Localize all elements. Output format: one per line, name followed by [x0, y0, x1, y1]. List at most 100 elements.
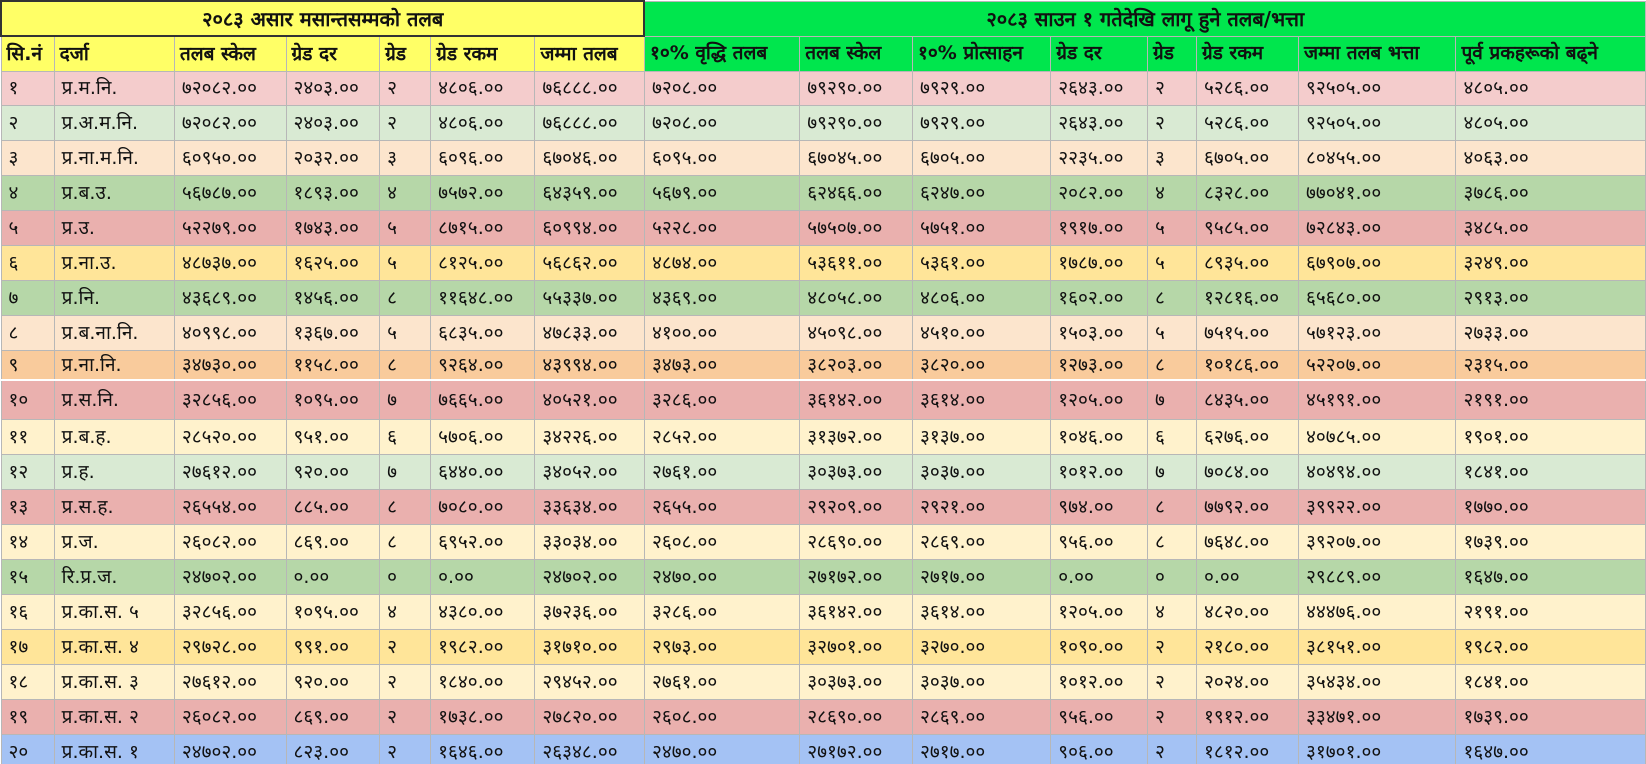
table-cell[interactable]: ८६९.०० — [285, 699, 381, 735]
table-cell[interactable]: ३२८५६.०० — [173, 594, 287, 630]
table-cell[interactable]: ९५८५.०० — [1195, 210, 1300, 246]
table-cell[interactable]: ६ — [379, 419, 432, 455]
table-cell[interactable]: ०.०० — [1050, 559, 1149, 595]
table-cell[interactable]: प्र.का.स. १ — [53, 734, 175, 764]
table-cell[interactable]: २८५२०.०० — [173, 419, 287, 455]
table-cell[interactable]: ३६१४.०० — [911, 379, 1052, 420]
table-cell[interactable]: ७२८४३.०० — [1298, 210, 1457, 246]
table-cell[interactable]: ०.०० — [1195, 559, 1300, 595]
table-cell[interactable]: ९२५०५.०० — [1298, 105, 1457, 141]
table-cell[interactable]: २ — [1147, 105, 1197, 141]
table-cell[interactable]: १७३८.०० — [430, 699, 536, 735]
table-cell[interactable]: प्र.म.नि. — [53, 71, 175, 106]
table-cell[interactable]: २ — [379, 629, 432, 665]
table-cell[interactable]: ६७०५.०० — [911, 140, 1052, 176]
table-cell[interactable]: ३१७१०.०० — [534, 629, 645, 665]
table-cell[interactable]: ४३६८९.०० — [173, 280, 287, 316]
table-cell[interactable]: प्र.ना.नि. — [53, 350, 175, 381]
table-cell[interactable]: ७२०८२.०० — [173, 105, 287, 141]
table-cell[interactable]: ६७०५.०० — [1195, 140, 1300, 176]
table-cell[interactable]: ८ — [1147, 524, 1197, 560]
table-cell[interactable]: २१९१.०० — [1455, 594, 1646, 630]
table-cell[interactable]: २४७०२.०० — [534, 559, 645, 595]
table-cell[interactable]: ६७०४५.०० — [799, 140, 913, 176]
table-cell[interactable]: ३४७३.०० — [643, 350, 801, 381]
table-cell[interactable]: १०९५.०० — [285, 379, 381, 420]
table-cell[interactable]: २७६१.०० — [643, 454, 801, 490]
column-header-13[interactable]: ग्रेड रकम — [1195, 35, 1300, 72]
table-cell[interactable]: ४५०९८.०० — [799, 315, 913, 351]
table-cell[interactable]: ४८२०.०० — [1195, 594, 1300, 630]
table-cell[interactable]: ९२०.०० — [285, 454, 381, 490]
table-cell[interactable]: ३०३७३.०० — [799, 454, 913, 490]
table-cell[interactable]: प्र.ब.ना.नि. — [53, 315, 175, 351]
table-cell[interactable]: १०१२.०० — [1050, 454, 1149, 490]
table-cell[interactable]: २ — [379, 699, 432, 735]
table-cell[interactable]: प्र.स.नि. — [53, 379, 175, 420]
table-cell[interactable]: २३१५.०० — [1455, 350, 1646, 381]
table-cell[interactable]: २९१३.०० — [1455, 280, 1646, 316]
table-cell[interactable]: ८ — [1147, 280, 1197, 316]
table-cell[interactable]: २६४३.०० — [1050, 71, 1149, 106]
table-cell[interactable]: ७५१५.०० — [1195, 315, 1300, 351]
table-cell[interactable]: ६२४६६.०० — [799, 175, 913, 211]
table-cell[interactable]: २७६१.०० — [643, 664, 801, 700]
table-cell[interactable]: १२०५.०० — [1050, 594, 1149, 630]
table-cell[interactable]: १८४१.०० — [1455, 664, 1646, 700]
table-cell[interactable]: १८१२.०० — [1195, 734, 1300, 764]
table-cell[interactable]: ४८०५.०० — [1455, 105, 1646, 141]
table-cell[interactable]: ११६४८.०० — [430, 280, 536, 316]
table-cell[interactable]: ११५८.०० — [285, 350, 381, 381]
table-cell[interactable]: २८५२.०० — [643, 419, 801, 455]
table-cell[interactable]: १६४७.०० — [1455, 734, 1646, 764]
table-cell[interactable]: ६०९५.०० — [643, 140, 801, 176]
table-cell[interactable]: ९५१.०० — [285, 419, 381, 455]
table-cell[interactable]: ४८०६.०० — [430, 105, 536, 141]
table-cell[interactable]: १०४६.०० — [1050, 419, 1149, 455]
table-cell[interactable]: २९२१.०० — [911, 489, 1052, 525]
table-cell[interactable]: ३९९२२.०० — [1298, 489, 1457, 525]
table-cell[interactable]: १७३९.०० — [1455, 699, 1646, 735]
table-cell[interactable]: ६४३५९.०० — [534, 175, 645, 211]
table-cell[interactable]: ८ — [0, 315, 55, 351]
table-cell[interactable]: प्र.उ. — [53, 210, 175, 246]
table-cell[interactable]: २६५५.०० — [643, 489, 801, 525]
table-cell[interactable]: १७ — [0, 629, 55, 665]
table-cell[interactable]: ६७०४६.०० — [534, 140, 645, 176]
table-cell[interactable]: १२०५.०० — [1050, 379, 1149, 420]
table-cell[interactable]: ८८५.०० — [285, 489, 381, 525]
table-cell[interactable]: ०.०० — [285, 559, 381, 595]
table-cell[interactable]: ६ — [0, 245, 55, 281]
table-cell[interactable]: १२७३.०० — [1050, 350, 1149, 381]
table-cell[interactable]: ३१३७.०० — [911, 419, 1052, 455]
table-cell[interactable]: प्र.ज. — [53, 524, 175, 560]
table-cell[interactable]: ८०४५५.०० — [1298, 140, 1457, 176]
table-cell[interactable]: २२३५.०० — [1050, 140, 1149, 176]
table-cell[interactable]: ३८२०३.०० — [799, 350, 913, 381]
column-header-2[interactable]: दर्जा — [53, 35, 175, 72]
table-cell[interactable]: ५ — [379, 210, 432, 246]
table-cell[interactable]: १०९५.०० — [285, 594, 381, 630]
table-cell[interactable]: ३२७०१.०० — [799, 629, 913, 665]
table-cell[interactable]: ७६४८.०० — [1195, 524, 1300, 560]
table-cell[interactable]: ८२३.०० — [285, 734, 381, 764]
table-cell[interactable]: प्र.का.स. २ — [53, 699, 175, 735]
table-cell[interactable]: १७८७.०० — [1050, 245, 1149, 281]
table-cell[interactable]: ७२०८.०० — [643, 71, 801, 106]
table-cell[interactable]: ८ — [379, 280, 432, 316]
table-cell[interactable]: ५६८६२.०० — [534, 245, 645, 281]
table-cell[interactable]: ५ — [379, 245, 432, 281]
table-cell[interactable]: ३६१४.०० — [911, 594, 1052, 630]
column-header-9[interactable]: तलब स्केल — [799, 35, 913, 72]
table-cell[interactable]: ६८३५.०० — [430, 315, 536, 351]
table-cell[interactable]: २४७०.०० — [643, 734, 801, 764]
table-cell[interactable]: ९९१.०० — [285, 629, 381, 665]
table-cell[interactable]: २ — [1147, 629, 1197, 665]
table-cell[interactable]: २४७०२.०० — [173, 734, 287, 764]
table-cell[interactable]: ३ — [379, 140, 432, 176]
table-cell[interactable]: २१८०.०० — [1195, 629, 1300, 665]
table-cell[interactable]: २ — [379, 664, 432, 700]
table-cell[interactable]: ८ — [1147, 350, 1197, 381]
table-cell[interactable]: १९ — [0, 699, 55, 735]
column-header-5[interactable]: ग्रेड — [379, 35, 432, 72]
